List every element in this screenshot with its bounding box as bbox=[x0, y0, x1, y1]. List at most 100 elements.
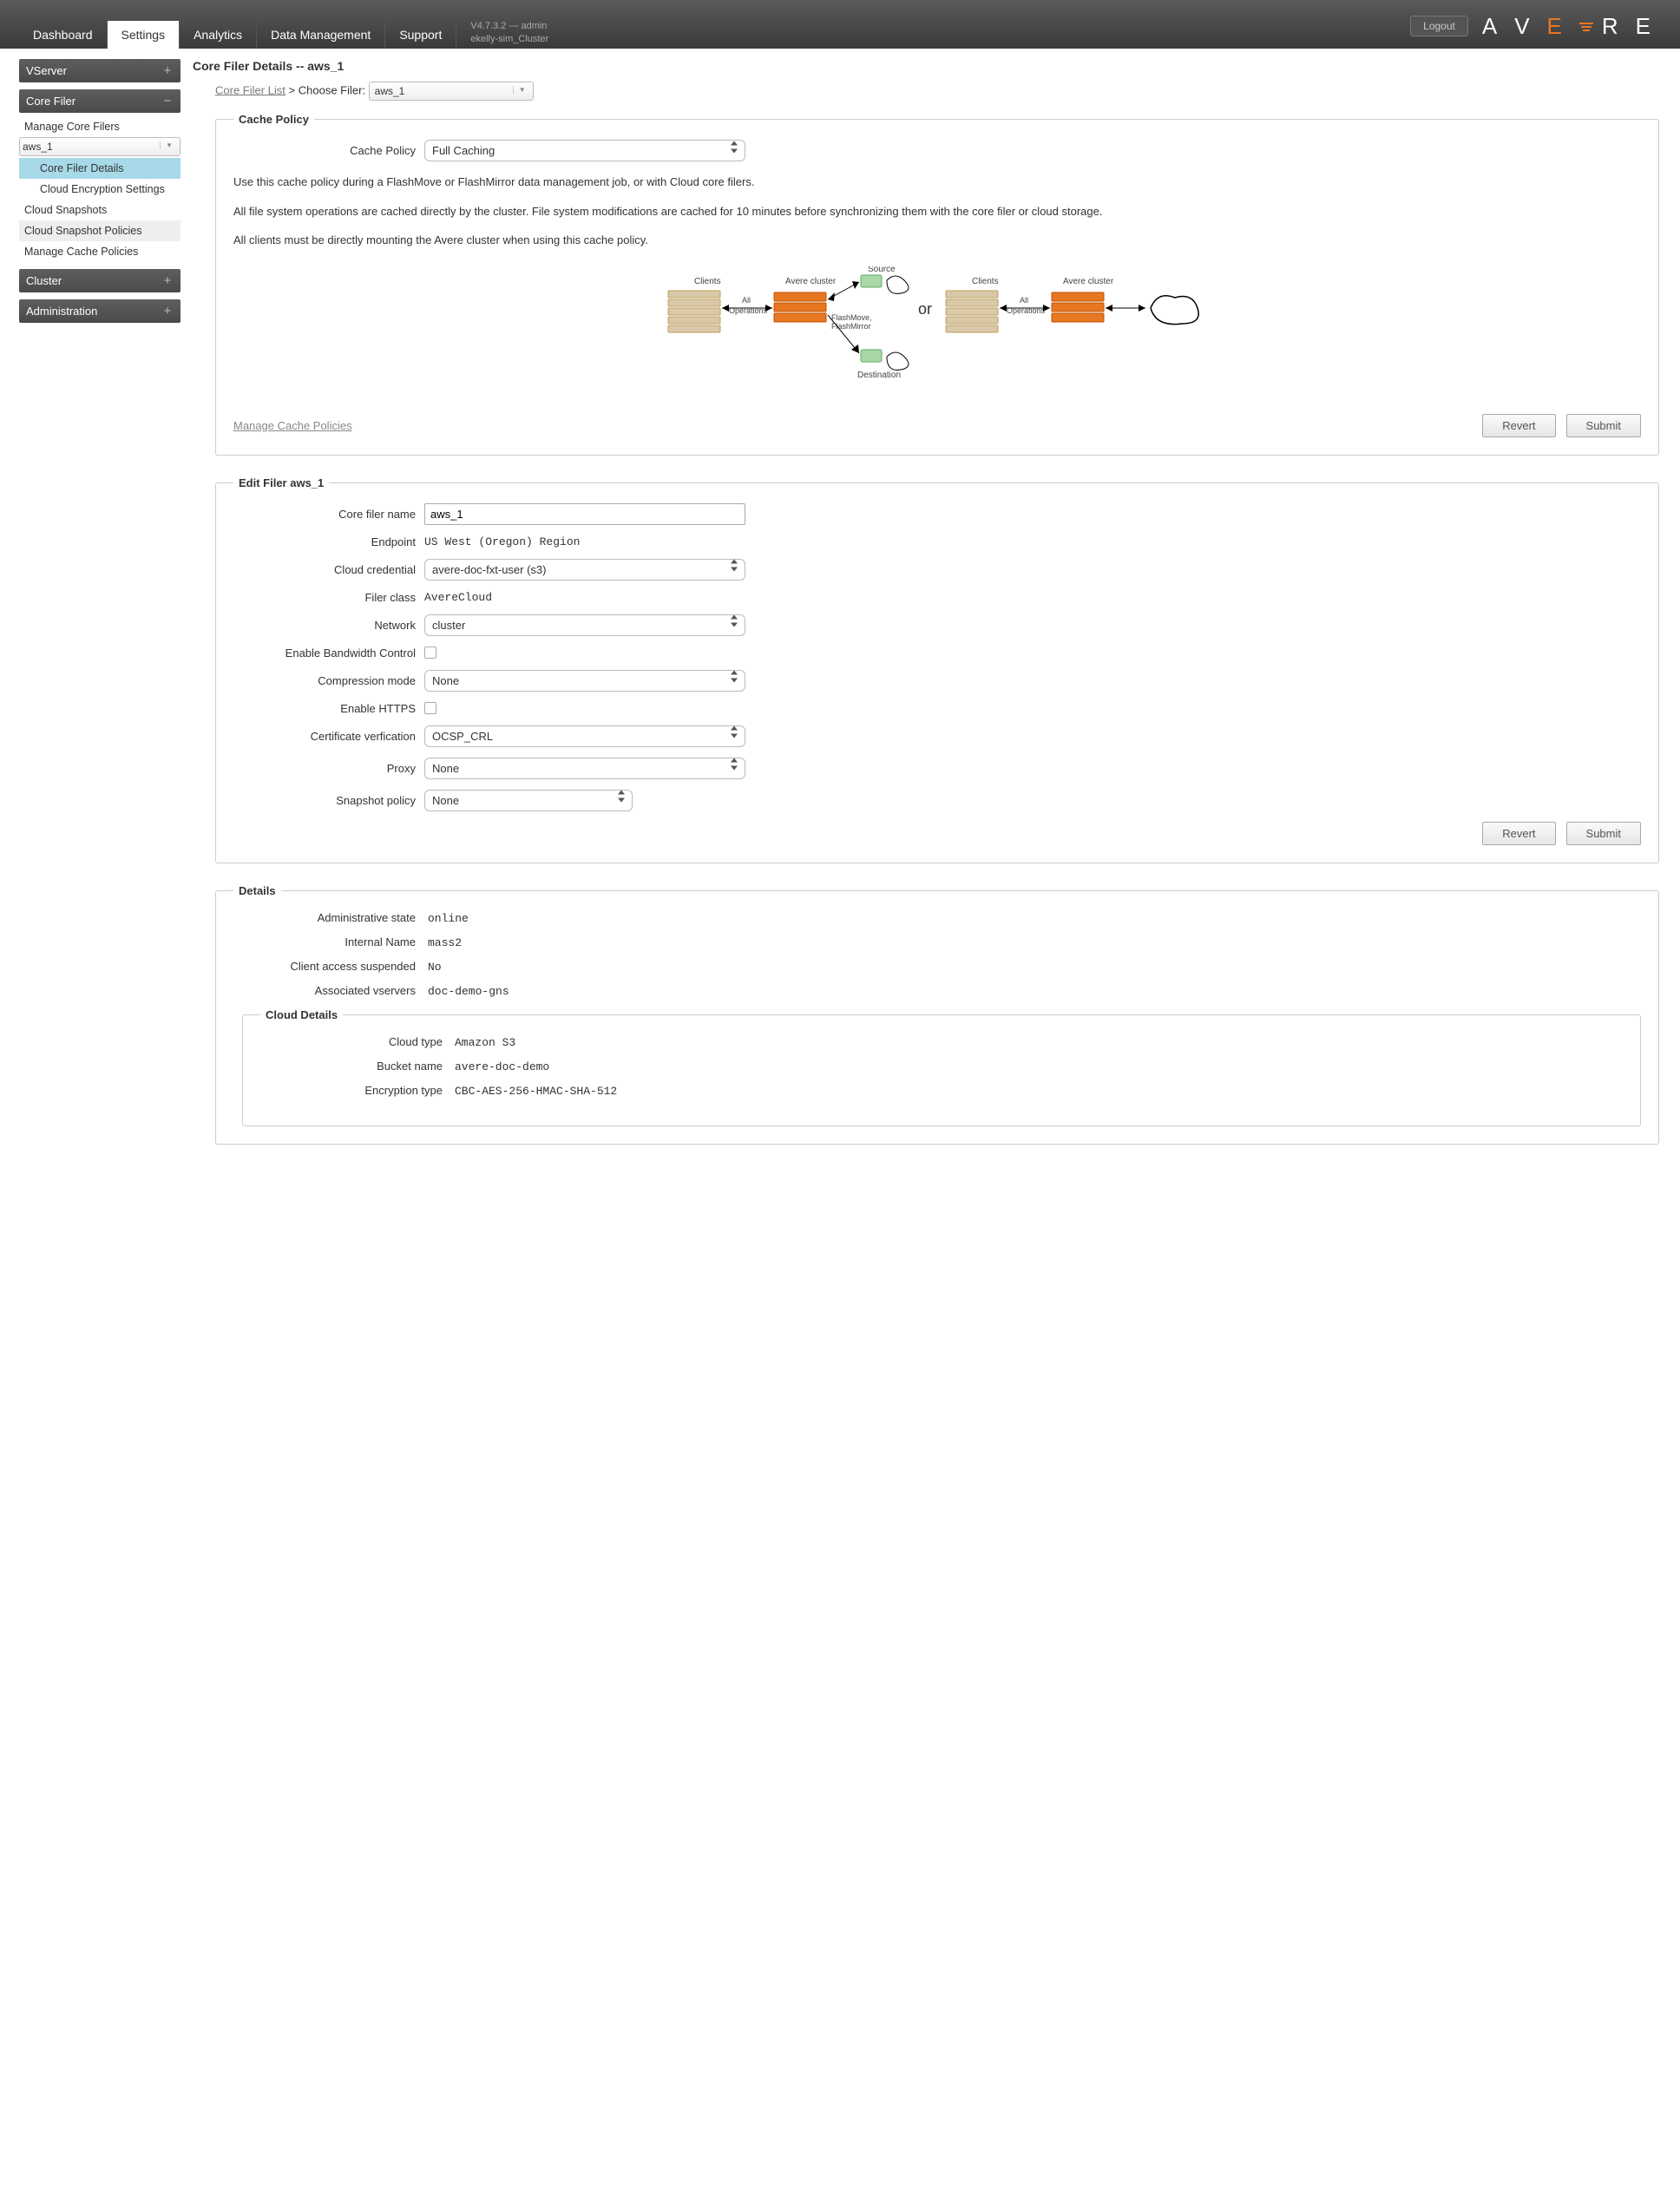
filer-class-label: Filer class bbox=[233, 591, 416, 604]
brand-logo: A V E R E bbox=[1482, 13, 1659, 40]
svg-text:FlashMove,: FlashMove, bbox=[831, 313, 872, 322]
network-select[interactable]: cluster bbox=[424, 614, 745, 636]
cache-policy-label: Cache Policy bbox=[233, 144, 416, 157]
compression-label: Compression mode bbox=[233, 674, 416, 687]
svg-text:Avere cluster: Avere cluster bbox=[1063, 277, 1114, 286]
cache-submit-button[interactable]: Submit bbox=[1566, 414, 1641, 437]
cloud-credential-label: Cloud credential bbox=[233, 563, 416, 576]
logout-button[interactable]: Logout bbox=[1410, 16, 1468, 36]
cert-verification-label: Certificate verfication bbox=[233, 730, 416, 743]
breadcrumb: Core Filer List > Choose Filer: aws_1 bbox=[215, 82, 1659, 101]
snapshot-policy-select[interactable]: None bbox=[424, 790, 633, 811]
sidebar-cluster-label: Cluster bbox=[26, 274, 62, 287]
cloud-type-label: Cloud type bbox=[260, 1035, 443, 1048]
endpoint-label: Endpoint bbox=[233, 535, 416, 548]
cache-policy-legend: Cache Policy bbox=[233, 113, 314, 126]
diagram-clients-icon bbox=[668, 291, 720, 332]
tab-support[interactable]: Support bbox=[385, 21, 456, 49]
content-area: Core Filer Details -- aws_1 Core Filer L… bbox=[193, 59, 1659, 1165]
bandwidth-checkbox[interactable] bbox=[424, 646, 436, 659]
https-checkbox[interactable] bbox=[424, 702, 436, 714]
manage-cache-policies-link[interactable]: Manage Cache Policies bbox=[233, 419, 352, 432]
snapshot-policy-label: Snapshot policy bbox=[233, 794, 416, 807]
details-legend: Details bbox=[233, 884, 281, 897]
diagram-cloud-icon bbox=[1151, 295, 1198, 324]
choose-filer-select[interactable]: aws_1 bbox=[369, 82, 534, 101]
plus-icon: + bbox=[161, 65, 174, 77]
diagram-cloud-icon bbox=[887, 352, 909, 370]
sidebar-corefiler-label: Core Filer bbox=[26, 95, 75, 108]
minus-icon: − bbox=[161, 95, 174, 108]
tab-analytics[interactable]: Analytics bbox=[180, 21, 257, 49]
top-header: Dashboard Settings Analytics Data Manage… bbox=[0, 0, 1680, 49]
sidebar-admin-label: Administration bbox=[26, 305, 97, 318]
sidebar-item-cloud-snapshot-policies[interactable]: Cloud Snapshot Policies bbox=[19, 220, 180, 241]
client-access-value: No bbox=[428, 961, 442, 974]
core-filer-name-label: Core filer name bbox=[233, 508, 416, 521]
svg-text:Clients: Clients bbox=[972, 277, 999, 286]
cluster-text: ekelly-sim_Cluster bbox=[470, 34, 548, 44]
admin-state-label: Administrative state bbox=[233, 911, 416, 924]
cache-policy-diagram: Clients All Operations Avere cluster bbox=[233, 266, 1641, 405]
main-tabs: Dashboard Settings Analytics Data Manage… bbox=[19, 21, 456, 49]
client-access-label: Client access suspended bbox=[233, 960, 416, 973]
encryption-type-label: Encryption type bbox=[260, 1084, 443, 1097]
diagram-or-label: or bbox=[918, 300, 932, 318]
plus-icon: + bbox=[161, 305, 174, 318]
cert-verification-select[interactable]: OCSP_CRL bbox=[424, 725, 745, 747]
tab-dashboard[interactable]: Dashboard bbox=[19, 21, 108, 49]
admin-state-value: online bbox=[428, 912, 469, 925]
compression-select[interactable]: None bbox=[424, 670, 745, 692]
sidebar: VServer + Core Filer − Manage Core Filer… bbox=[19, 59, 180, 1165]
sidebar-filer-select[interactable]: aws_1 bbox=[19, 137, 180, 156]
sidebar-cluster-head[interactable]: Cluster + bbox=[19, 269, 180, 292]
filer-class-value: AvereCloud bbox=[424, 591, 492, 604]
svg-text:Avere cluster: Avere cluster bbox=[785, 277, 837, 286]
cache-policy-desc-1: Use this cache policy during a FlashMove… bbox=[233, 174, 1641, 191]
sidebar-item-manage-cache-policies[interactable]: Manage Cache Policies bbox=[19, 241, 180, 262]
cache-policy-fieldset: Cache Policy Cache Policy Full Caching U… bbox=[215, 113, 1659, 456]
sidebar-item-core-filer-details[interactable]: Core Filer Details bbox=[19, 158, 180, 179]
svg-text:All: All bbox=[1020, 296, 1028, 305]
svg-text:Source: Source bbox=[868, 266, 896, 274]
cloud-type-value: Amazon S3 bbox=[455, 1036, 515, 1049]
cache-policy-select[interactable]: Full Caching bbox=[424, 140, 745, 161]
version-text: V4.7.3.2 bbox=[470, 21, 506, 31]
edit-filer-fieldset: Edit Filer aws_1 Core filer name Endpoin… bbox=[215, 476, 1659, 863]
sidebar-corefiler-head[interactable]: Core Filer − bbox=[19, 89, 180, 113]
diagram-avere-icon bbox=[774, 292, 826, 322]
cache-policy-desc-3: All clients must be directly mounting th… bbox=[233, 232, 1641, 249]
cloud-credential-select[interactable]: avere-doc-fxt-user (s3) bbox=[424, 559, 745, 581]
edit-filer-legend: Edit Filer aws_1 bbox=[233, 476, 329, 489]
encryption-type-value: CBC-AES-256-HMAC-SHA-512 bbox=[455, 1085, 617, 1098]
svg-text:All: All bbox=[742, 296, 751, 305]
bandwidth-label: Enable Bandwidth Control bbox=[233, 646, 416, 660]
sidebar-admin-head[interactable]: Administration + bbox=[19, 299, 180, 323]
network-label: Network bbox=[233, 619, 416, 632]
tab-data-management[interactable]: Data Management bbox=[257, 21, 385, 49]
sidebar-vserver-label: VServer bbox=[26, 64, 67, 77]
core-filer-name-input[interactable] bbox=[424, 503, 745, 525]
assoc-vservers-label: Associated vservers bbox=[233, 984, 416, 997]
edit-submit-button[interactable]: Submit bbox=[1566, 822, 1641, 845]
sidebar-item-cloud-snapshots[interactable]: Cloud Snapshots bbox=[19, 200, 180, 220]
edit-revert-button[interactable]: Revert bbox=[1482, 822, 1555, 845]
plus-icon: + bbox=[161, 275, 174, 287]
cache-revert-button[interactable]: Revert bbox=[1482, 414, 1555, 437]
logo-bars-icon bbox=[1579, 23, 1593, 31]
proxy-select[interactable]: None bbox=[424, 758, 745, 779]
sidebar-vserver-head[interactable]: VServer + bbox=[19, 59, 180, 82]
page-title: Core Filer Details -- aws_1 bbox=[193, 59, 1659, 73]
internal-name-value: mass2 bbox=[428, 936, 462, 949]
diagram-dest-icon bbox=[861, 350, 882, 362]
cloud-details-fieldset: Cloud Details Cloud type Amazon S3 Bucke… bbox=[242, 1008, 1641, 1126]
bucket-name-label: Bucket name bbox=[260, 1060, 443, 1073]
internal-name-label: Internal Name bbox=[233, 935, 416, 948]
diagram-cloud-icon bbox=[887, 276, 909, 293]
breadcrumb-core-filer-list[interactable]: Core Filer List bbox=[215, 83, 285, 96]
sidebar-item-manage-core-filers[interactable]: Manage Core Filers bbox=[19, 116, 180, 137]
sidebar-item-cloud-encryption[interactable]: Cloud Encryption Settings bbox=[19, 179, 180, 200]
cloud-details-legend: Cloud Details bbox=[260, 1008, 343, 1021]
tab-settings[interactable]: Settings bbox=[108, 21, 180, 49]
bucket-name-value: avere-doc-demo bbox=[455, 1060, 549, 1073]
